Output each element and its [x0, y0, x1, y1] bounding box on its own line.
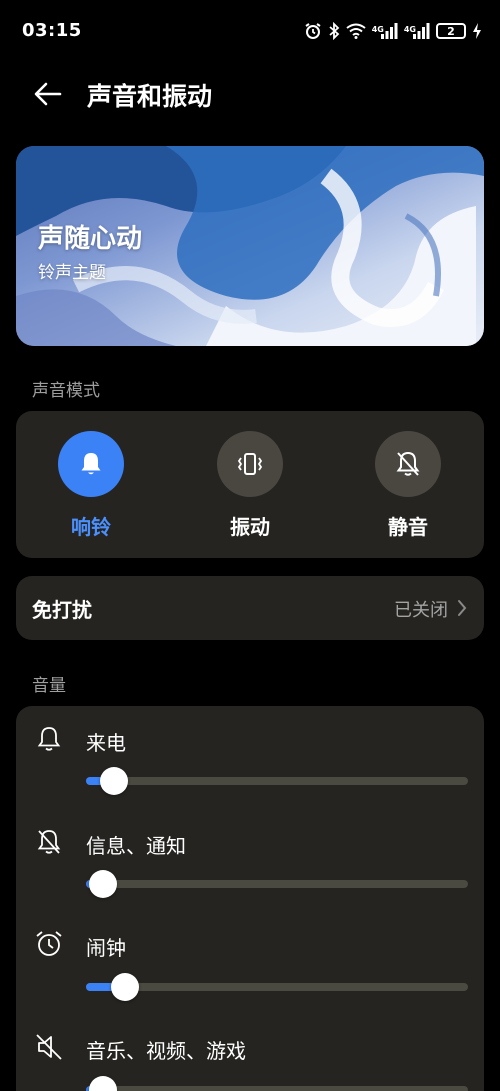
- page-title: 声音和振动: [87, 82, 213, 111]
- battery-icon: 2: [436, 23, 466, 39]
- mode-vibrate-button[interactable]: 振动: [200, 431, 300, 540]
- volume-label-media: 音乐、视频、游戏: [86, 1039, 246, 1063]
- mode-silent-button[interactable]: 静音: [358, 431, 458, 540]
- dnd-label: 免打扰: [32, 598, 92, 622]
- banner-title: 声随心动: [38, 224, 143, 254]
- mode-label-silent: 静音: [388, 515, 428, 539]
- volume-label-call: 来电: [86, 731, 126, 755]
- slider-thumb[interactable]: [110, 973, 139, 1001]
- vibrate-icon: [217, 431, 283, 497]
- volume-slider-notification[interactable]: [86, 864, 468, 904]
- bell-off-icon: [375, 431, 441, 497]
- volume-section-label: 音量: [32, 676, 66, 696]
- wifi-icon: [346, 23, 366, 39]
- mode-label-ring: 响铃: [71, 515, 111, 539]
- slider-track: [86, 983, 468, 991]
- status-bar: 03:15 4G 4G 2: [0, 0, 500, 64]
- chevron-right-icon: [458, 600, 467, 616]
- ringtone-theme-banner[interactable]: 声随心动 铃声主题: [16, 146, 484, 346]
- volume-label-alarm: 闹钟: [86, 936, 126, 960]
- header: 声音和振动: [0, 64, 500, 124]
- dnd-status: 已关闭: [394, 600, 448, 621]
- volume-slider-media[interactable]: [86, 1070, 468, 1091]
- volume-slider-call[interactable]: [86, 761, 468, 801]
- battery-level: 2: [447, 24, 455, 38]
- signal-2-icon: 4G: [404, 23, 430, 39]
- mode-ring-button[interactable]: 响铃: [41, 431, 141, 540]
- back-button[interactable]: [30, 76, 66, 112]
- volume-card: 来电 信息、通知 闹钟 音乐、视频、游戏: [16, 706, 484, 1091]
- bluetooth-icon: [328, 22, 340, 40]
- slider-track: [86, 777, 468, 785]
- slider-track: [86, 880, 468, 888]
- speaker-muted-icon: [36, 1034, 62, 1060]
- slider-track: [86, 1086, 468, 1091]
- sound-mode-card: 响铃 振动 静音: [16, 411, 484, 558]
- signal-1-icon: 4G: [372, 23, 398, 39]
- slider-thumb[interactable]: [89, 1076, 118, 1091]
- bell-off-icon: [37, 830, 61, 854]
- status-icons: 4G 4G 2: [304, 20, 482, 42]
- charging-icon: [472, 22, 482, 40]
- banner-subtitle: 铃声主题: [38, 263, 106, 283]
- sound-mode-section-label: 声音模式: [32, 381, 100, 401]
- slider-thumb[interactable]: [89, 870, 118, 898]
- dnd-row[interactable]: 免打扰 已关闭: [16, 576, 484, 640]
- mode-label-vibrate: 振动: [230, 515, 270, 539]
- arrow-left-icon: [34, 82, 62, 106]
- status-time: 03:15: [22, 20, 82, 41]
- bell-icon: [58, 431, 124, 497]
- slider-thumb[interactable]: [100, 767, 129, 795]
- volume-slider-alarm[interactable]: [86, 967, 468, 1007]
- bell-icon: [37, 727, 61, 751]
- alarm-status-icon: [304, 22, 322, 40]
- alarm-clock-icon: [36, 931, 62, 956]
- volume-label-notification: 信息、通知: [86, 834, 186, 858]
